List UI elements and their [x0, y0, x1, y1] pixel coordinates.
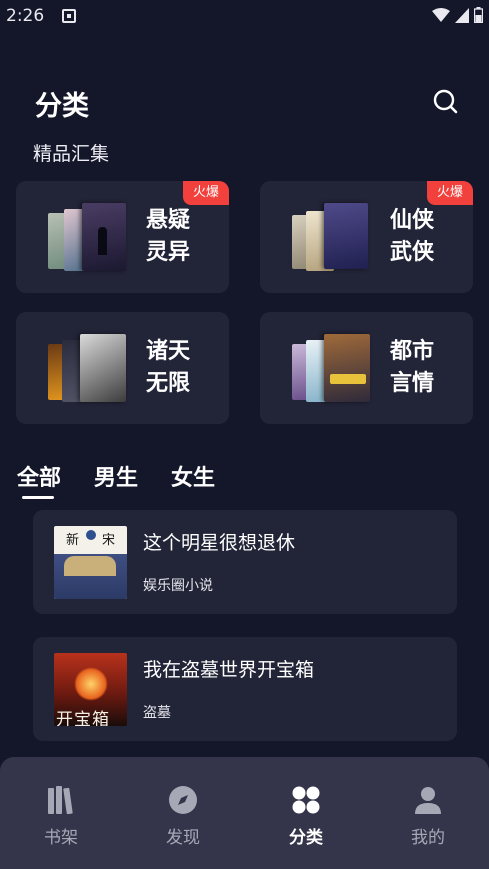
hot-badge: 火爆: [183, 181, 229, 205]
category-grid-icon: [292, 786, 320, 814]
page-title: 分类: [35, 91, 89, 122]
nav-label: 我的: [411, 828, 445, 848]
category-covers: [290, 332, 372, 404]
status-icons: [432, 7, 483, 23]
notification-icon: [62, 9, 76, 23]
nav-profile[interactable]: 我的: [388, 785, 468, 848]
tab-male[interactable]: 男生: [94, 460, 138, 492]
nav-bookshelf[interactable]: 书架: [21, 785, 101, 848]
nav-label: 分类: [289, 828, 323, 848]
tab-female[interactable]: 女生: [171, 460, 215, 492]
category-name: 仙侠 武侠: [390, 208, 435, 265]
compass-icon: [169, 786, 197, 814]
search-icon: [433, 89, 458, 114]
book-title: 这个明星很想退休: [143, 532, 296, 554]
nav-category[interactable]: 分类: [266, 785, 346, 848]
book-cover: 新 宋: [54, 526, 127, 599]
gender-tabs: 全部 男生 女生: [17, 460, 215, 499]
cover-title-text: 开宝箱: [56, 710, 110, 726]
hot-badge: 火爆: [427, 181, 473, 205]
cover-title-char: 宋: [102, 533, 116, 548]
profile-icon: [415, 787, 441, 814]
bookshelf-icon: [48, 786, 73, 815]
status-time: 2:26: [6, 6, 45, 26]
category-card-infinite[interactable]: 诸天 无限: [16, 312, 229, 424]
book-list-item[interactable]: 开宝箱 我在盗墓世界开宝箱 盗墓: [33, 637, 457, 741]
category-name: 诸天 无限: [146, 339, 191, 396]
book-title: 我在盗墓世界开宝箱: [143, 659, 315, 681]
book-list-item[interactable]: 新 宋 这个明星很想退休 娱乐圈小说: [33, 510, 457, 614]
book-category-tag: 娱乐圈小说: [143, 578, 213, 594]
nav-label: 书架: [44, 828, 78, 848]
book-cover: 开宝箱: [54, 653, 127, 726]
tab-all[interactable]: 全部: [17, 460, 61, 499]
category-name: 都市 言情: [390, 339, 435, 396]
status-bar: 2:26: [0, 0, 489, 34]
category-covers: [46, 201, 128, 273]
search-button[interactable]: [432, 88, 460, 116]
category-covers: [46, 332, 128, 404]
category-card-xianxia[interactable]: 火爆 仙侠 武侠: [260, 181, 473, 293]
cellular-signal-icon: [455, 7, 469, 23]
nav-label: 发现: [166, 828, 200, 848]
category-name: 悬疑 灵异: [146, 208, 191, 265]
bottom-navigation: 书架 发现 分类 我的: [0, 757, 489, 869]
featured-section-title: 精品汇集: [33, 143, 110, 165]
book-category-tag: 盗墓: [143, 705, 171, 721]
cover-title-char: 新: [66, 533, 80, 548]
nav-discover[interactable]: 发现: [143, 785, 223, 848]
wifi-icon: [432, 7, 450, 22]
category-card-suspense[interactable]: 火爆 悬疑 灵异: [16, 181, 229, 293]
category-card-urban[interactable]: 都市 言情: [260, 312, 473, 424]
category-covers: [290, 201, 372, 273]
battery-icon: [474, 7, 483, 23]
